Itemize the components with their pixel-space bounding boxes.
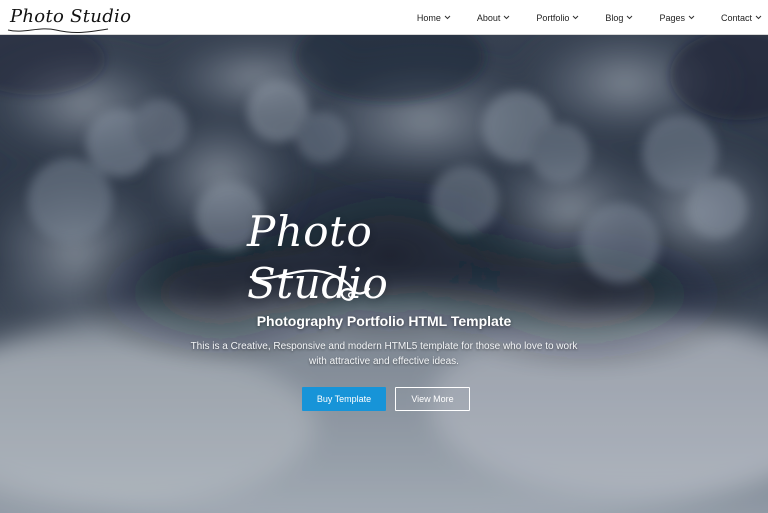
nav-item-pages[interactable]: Pages (659, 13, 695, 23)
main-navigation: Home About Portfolio Blog Pages Contact (417, 0, 762, 35)
hero-actions: Buy Template View More (302, 387, 471, 411)
nav-item-blog[interactable]: Blog (605, 13, 633, 23)
nav-item-label: Portfolio (536, 12, 570, 23)
nav-item-label: Blog (605, 12, 624, 23)
buy-template-button[interactable]: Buy Template (302, 387, 386, 411)
chevron-down-icon (688, 15, 695, 20)
nav-item-label: Pages (659, 12, 685, 23)
nav-item-label: About (476, 12, 501, 23)
chevron-down-icon (504, 15, 510, 20)
nav-item-label: Contact (720, 12, 752, 23)
top-navigation-bar: Photo Studio Home About Portfolio Blog P… (0, 0, 768, 35)
nav-item-portfolio[interactable]: Portfolio (536, 13, 579, 23)
chevron-down-icon (444, 15, 451, 20)
hero-title: Photography Portfolio HTML Template (256, 313, 512, 329)
hero-description: This is a Creative, Responsive and moder… (190, 341, 578, 367)
chevron-down-icon (755, 15, 762, 20)
view-more-button[interactable]: View More (395, 387, 470, 411)
brand-underline-flourish (7, 28, 109, 33)
hero-logo-flourish (249, 269, 371, 301)
nav-item-contact[interactable]: Contact (721, 13, 762, 23)
hero-content: Photo Studio Photography Portfolio HTML … (0, 35, 768, 513)
chevron-down-icon (573, 15, 579, 20)
chevron-down-icon (627, 15, 633, 20)
nav-item-about[interactable]: About (477, 13, 511, 23)
nav-item-label: Home (416, 12, 441, 23)
hero-section: Photo Studio Photography Portfolio HTML … (0, 35, 768, 513)
nav-item-home[interactable]: Home (417, 13, 451, 23)
